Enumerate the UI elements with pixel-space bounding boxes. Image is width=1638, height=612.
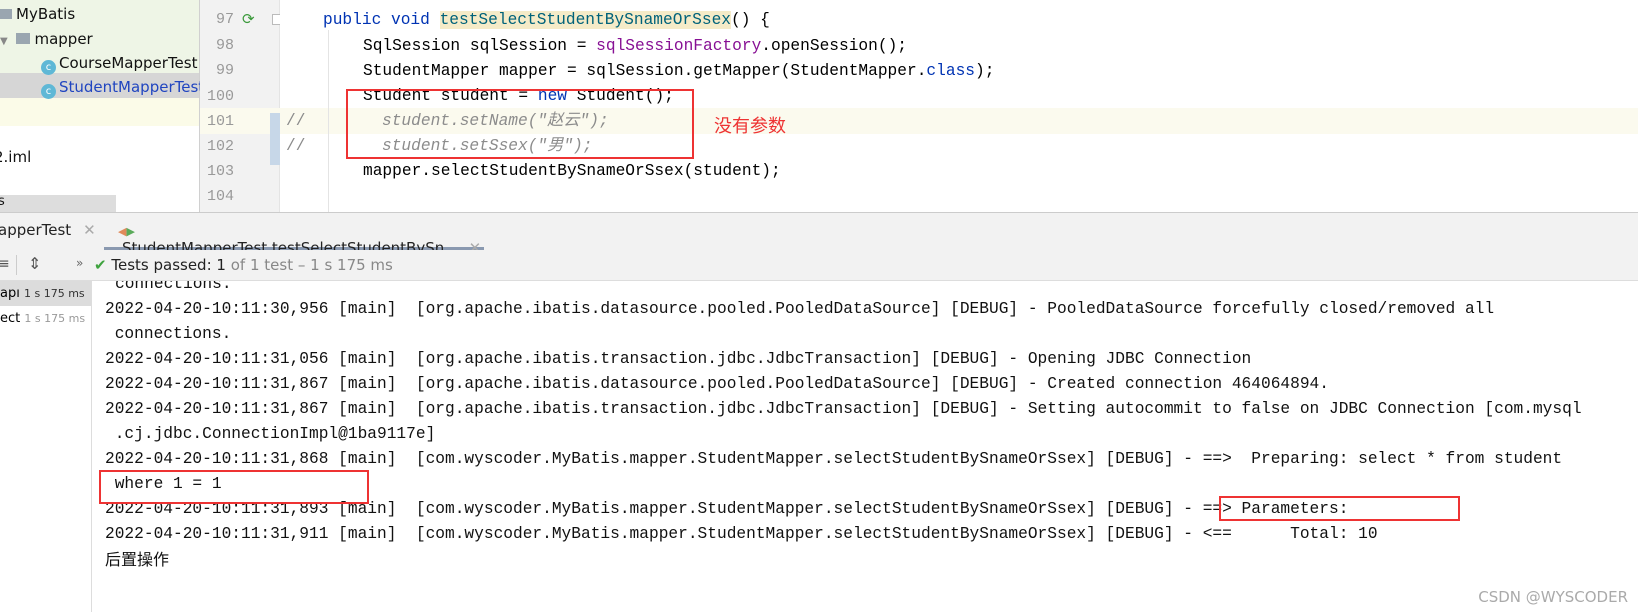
tree-item-mybatis[interactable]: MyBatis <box>0 2 75 26</box>
console-line: 2022-04-20-10:11:31,867 [main] [org.apac… <box>105 400 1582 418</box>
test-results-tree: apı 1 s 175 ms ect 1 s 175 ms <box>0 281 92 612</box>
test-class-icon: c <box>41 84 56 99</box>
project-tree: MyBatis ▼ mapper c CourseMapperTest c Stud… <box>0 0 204 213</box>
console-line: connections. <box>115 281 232 293</box>
code-line-97: public void testSelectStudentBySnameOrSs… <box>323 11 770 29</box>
console-output[interactable]: connections. 2022-04-20-10:11:30,956 [ma… <box>92 281 1638 612</box>
watermark: CSDN @WYSCODER <box>1478 588 1628 606</box>
test-class-icon: c <box>41 60 56 75</box>
tree-item-mapper[interactable]: ▼ mapper <box>0 27 93 51</box>
console-line: 后置操作 <box>105 550 170 569</box>
tree-item-coursemappertest[interactable]: c CourseMapperTest <box>41 51 197 75</box>
code-line-103: mapper.selectStudentBySnameOrSsex(studen… <box>363 162 781 180</box>
chevron-down-icon: ▼ <box>0 36 8 47</box>
code-line-99: StudentMapper mapper = sqlSession.getMap… <box>363 62 995 80</box>
highlight-box-parameters <box>1219 496 1460 521</box>
expand-all-icon[interactable]: ⇕ <box>28 254 41 273</box>
code-editor[interactable]: public void testSelectStudentBySnameOrSs… <box>280 0 1638 212</box>
console-line: connections. <box>105 325 232 343</box>
run-test-icon[interactable]: ⟳ <box>242 10 255 28</box>
run-tabs: apperTest ✕ ◀▶ StudentMapperTest.testSele… <box>0 212 1638 257</box>
check-icon: ✔ <box>94 256 107 274</box>
console-line: 2022-04-20-10:11:31,911 [main] [com.wysc… <box>105 525 1378 543</box>
highlight-box-where <box>99 470 369 504</box>
test-node[interactable]: ect 1 s 175 ms <box>0 306 91 331</box>
close-icon[interactable]: ✕ <box>83 221 96 239</box>
tree-item-iml[interactable]: 2.iml <box>0 145 31 169</box>
folder-icon <box>16 33 31 44</box>
console-line: 2022-04-20-10:11:31,056 [main] [org.apac… <box>105 350 1252 368</box>
test-node[interactable]: apı 1 s 175 ms <box>0 281 91 306</box>
console-line: 2022-04-20-10:11:31,867 [main] [org.apac… <box>105 375 1329 393</box>
tab-studentmappertest[interactable]: ◀▶ StudentMapperTest.testSelectStudentBy… <box>104 213 484 257</box>
highlight-box-code <box>346 89 694 159</box>
code-line-98: SqlSession sqlSession = sqlSessionFactor… <box>363 37 907 55</box>
test-toolbar: ≡ ⇕ » ✔ Tests passed: 1 of 1 test – 1 s … <box>0 250 1638 281</box>
console-line: 2022-04-20-10:11:31,868 [main] [com.wysc… <box>105 450 1563 468</box>
tree-item-studentmappertest[interactable]: c StudentMapperTest <box>41 75 204 99</box>
folder-icon <box>0 9 12 19</box>
tree-item-partial[interactable]: s <box>0 195 116 213</box>
menu-icon[interactable]: ≡ <box>0 256 10 272</box>
test-status: ✔ Tests passed: 1 of 1 test – 1 s 175 ms <box>94 256 393 274</box>
annotation-no-params: 没有参数 <box>714 116 786 137</box>
tab-mappertest[interactable]: apperTest ✕ <box>0 221 96 239</box>
code-line-102-prefix: // <box>286 137 306 155</box>
console-line: 2022-04-20-10:11:30,956 [main] [org.apac… <box>105 300 1495 318</box>
more-icon[interactable]: » <box>76 256 83 270</box>
console-line: .cj.jdbc.ConnectionImpl@1ba9117e] <box>105 425 436 443</box>
editor-gutter: 97 98 99 100 101 102 103 104 ⟳ <box>200 0 282 212</box>
code-line-101-prefix: // <box>286 112 306 130</box>
